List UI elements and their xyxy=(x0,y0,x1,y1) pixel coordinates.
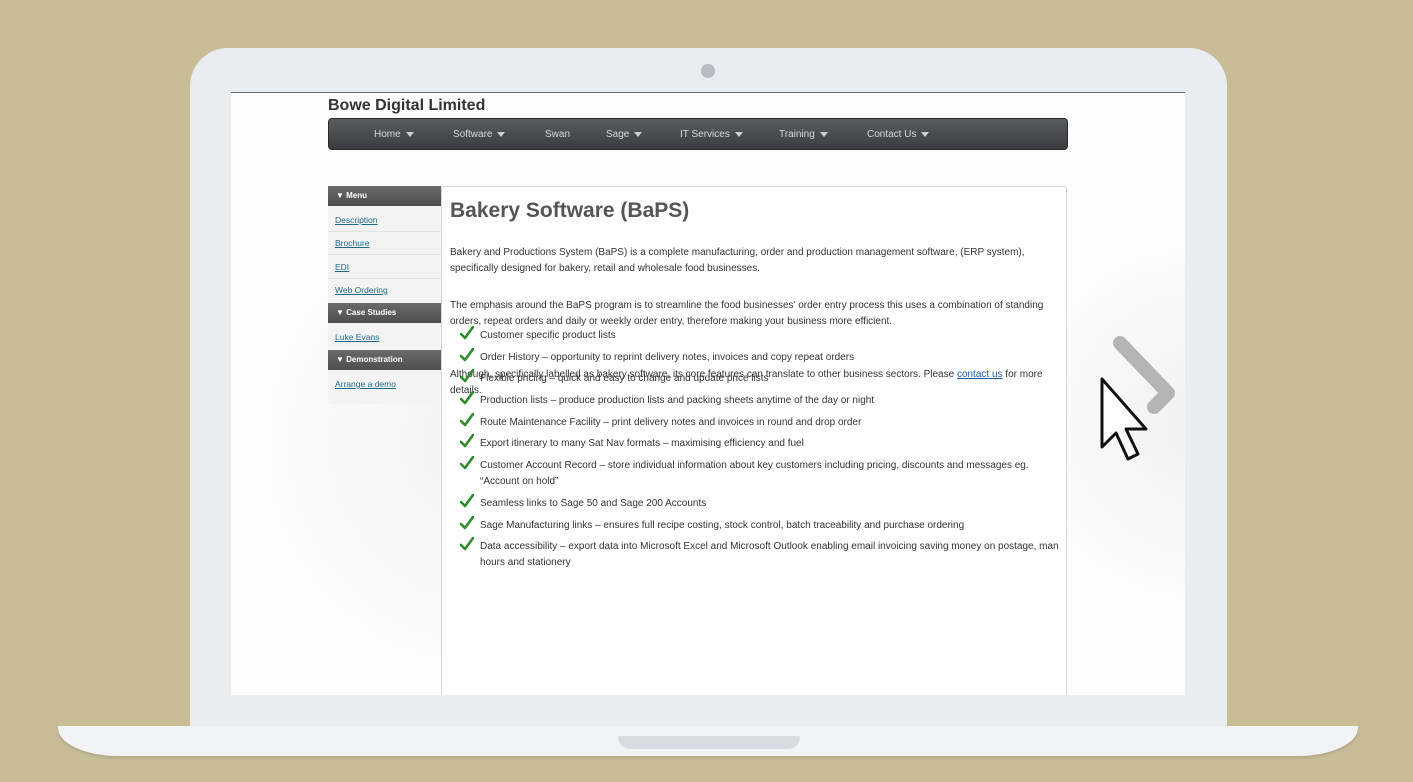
divider xyxy=(328,278,441,279)
feature-item: Sage Manufacturing links – ensures full … xyxy=(480,520,965,531)
checkmark-icon xyxy=(460,434,474,448)
checkmark-icon xyxy=(460,494,474,508)
sidebar-heading-demonstration: ▼ Demonstration xyxy=(328,350,441,370)
checkmark-icon xyxy=(460,369,474,383)
nav-training[interactable]: Training xyxy=(779,129,828,140)
dropdown-arrow-icon xyxy=(734,131,743,137)
sidebar-heading-menu: ▼ Menu xyxy=(328,186,441,206)
dropdown-arrow-icon xyxy=(634,131,643,137)
checkmark-icon xyxy=(460,537,474,551)
main-content: Bakery Software (BaPS) Bakery and Produc… xyxy=(441,186,1067,695)
checkmark-icon xyxy=(460,326,474,340)
sidebar-link-brochure[interactable]: Brochure xyxy=(335,238,370,248)
divider xyxy=(328,231,441,232)
checkmark-icon xyxy=(460,456,474,470)
divider xyxy=(328,254,441,255)
feature-item: Flexible pricing – quick and easy to cha… xyxy=(480,373,769,384)
dropdown-arrow-icon xyxy=(819,131,828,137)
feature-item: Export itinerary to many Sat Nav formats… xyxy=(480,438,804,449)
sidebar-link-arrange-demo[interactable]: Arrange a demo xyxy=(335,379,396,389)
sidebar-link-description[interactable]: Description xyxy=(335,215,378,225)
dropdown-arrow-icon xyxy=(405,131,414,137)
laptop-notch xyxy=(618,736,800,749)
feature-item: Customer specific product lists xyxy=(480,330,616,341)
emphasis-paragraph: The emphasis around the BaPS program is … xyxy=(450,300,1044,327)
checkmark-icon xyxy=(460,516,474,530)
feature-item: Route Maintenance Facility – print deliv… xyxy=(480,417,862,428)
sidebar-heading-case-studies: ▼ Case Studies xyxy=(328,303,441,323)
browser-screen: Bowe Digital Limited Home Software Swan … xyxy=(231,92,1185,695)
nav-home[interactable]: Home xyxy=(374,129,414,140)
nav-contact-us[interactable]: Contact Us xyxy=(867,129,930,140)
nav-swan[interactable]: Swan xyxy=(545,129,570,140)
checkmark-icon xyxy=(460,413,474,427)
chevron-right-icon xyxy=(1113,336,1175,414)
checkmark-icon xyxy=(460,348,474,362)
feature-item: Data accessibility – export data into Mi… xyxy=(480,541,1059,568)
dropdown-arrow-icon xyxy=(497,131,506,137)
sidebar: ▼ Menu Description Brochure EDI Web Orde… xyxy=(328,186,441,404)
nav-sage[interactable]: Sage xyxy=(606,129,643,140)
feature-item: Seamless links to Sage 50 and Sage 200 A… xyxy=(480,498,707,509)
feature-item: Production lists – produce production li… xyxy=(480,395,875,406)
mouse-pointer-icon xyxy=(1100,336,1175,461)
sidebar-link-luke-evans[interactable]: Luke Evans xyxy=(335,332,379,342)
webcam xyxy=(701,64,715,78)
checkmark-icon xyxy=(460,391,474,405)
feature-item: Order History – opportunity to reprint d… xyxy=(480,352,855,363)
nav-software[interactable]: Software xyxy=(453,129,506,140)
nav-it-services[interactable]: IT Services xyxy=(680,129,743,140)
feature-item: Customer Account Record – store individu… xyxy=(480,460,1029,487)
page-title: Bakery Software (BaPS) xyxy=(450,199,690,222)
intro-paragraph: Bakery and Productions System (BaPS) is … xyxy=(450,247,1025,274)
sidebar-link-edi[interactable]: EDI xyxy=(335,262,349,272)
sidebar-link-web-ordering[interactable]: Web Ordering xyxy=(335,285,388,295)
main-navigation: Home Software Swan Sage IT Services Trai… xyxy=(328,118,1068,150)
site-title: Bowe Digital Limited xyxy=(328,97,486,114)
dropdown-arrow-icon xyxy=(921,131,930,137)
